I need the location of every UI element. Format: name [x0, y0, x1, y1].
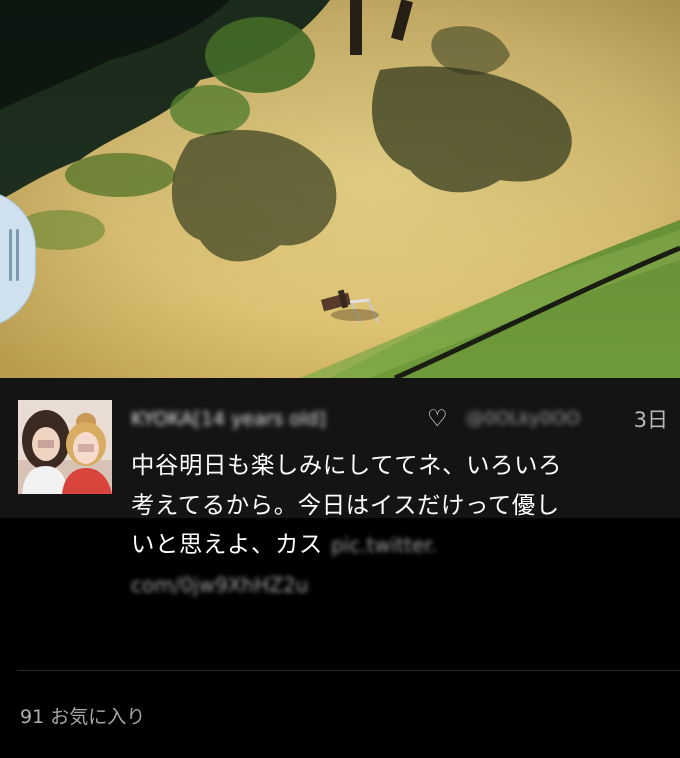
heart-icon: ♡ — [427, 406, 448, 432]
tweet-text: 中谷明日も楽しみにしててネ、いろいろ 考えてるから。今日はイスだけって優し いと… — [131, 446, 661, 604]
favorites-number: 91 — [20, 706, 45, 728]
tweet-photo[interactable] — [0, 0, 680, 378]
favorites-count[interactable]: 91 お気に入り — [20, 702, 145, 729]
tweet-text-line: 考えてるから。今日はイスだけって優し — [131, 490, 560, 519]
tweet-card[interactable]: KYOKA[14 years old] ♡ @0OLky0OO 3日 中谷明日も… — [0, 378, 680, 758]
user-name[interactable]: KYOKA[14 years old] — [131, 408, 326, 430]
user-handle[interactable]: @0OLky0OO — [466, 408, 580, 429]
tweet-link[interactable]: pic.twitter. — [331, 533, 437, 557]
tweet-text-line: com/0jw9XhHZ2u — [131, 565, 661, 605]
tweet-text-line: 中谷明日も楽しみにしててネ、いろいろ — [131, 451, 563, 479]
grip-line-icon — [9, 229, 12, 281]
tweet-time: 3日 — [633, 408, 668, 432]
divider — [17, 670, 680, 671]
favorites-label: お気に入り — [50, 706, 146, 728]
tweet-text-segment: いと思えよ、カス — [131, 530, 323, 558]
tweet-link[interactable]: com/0jw9XhHZ2u — [131, 573, 308, 597]
tweet-header: KYOKA[14 years old] ♡ @0OLky0OO 3日 — [131, 406, 671, 438]
avatar[interactable] — [18, 400, 112, 494]
tweet-text-line: いと思えよ、カス pic.twitter. — [131, 525, 661, 565]
grip-line-icon — [16, 229, 19, 281]
